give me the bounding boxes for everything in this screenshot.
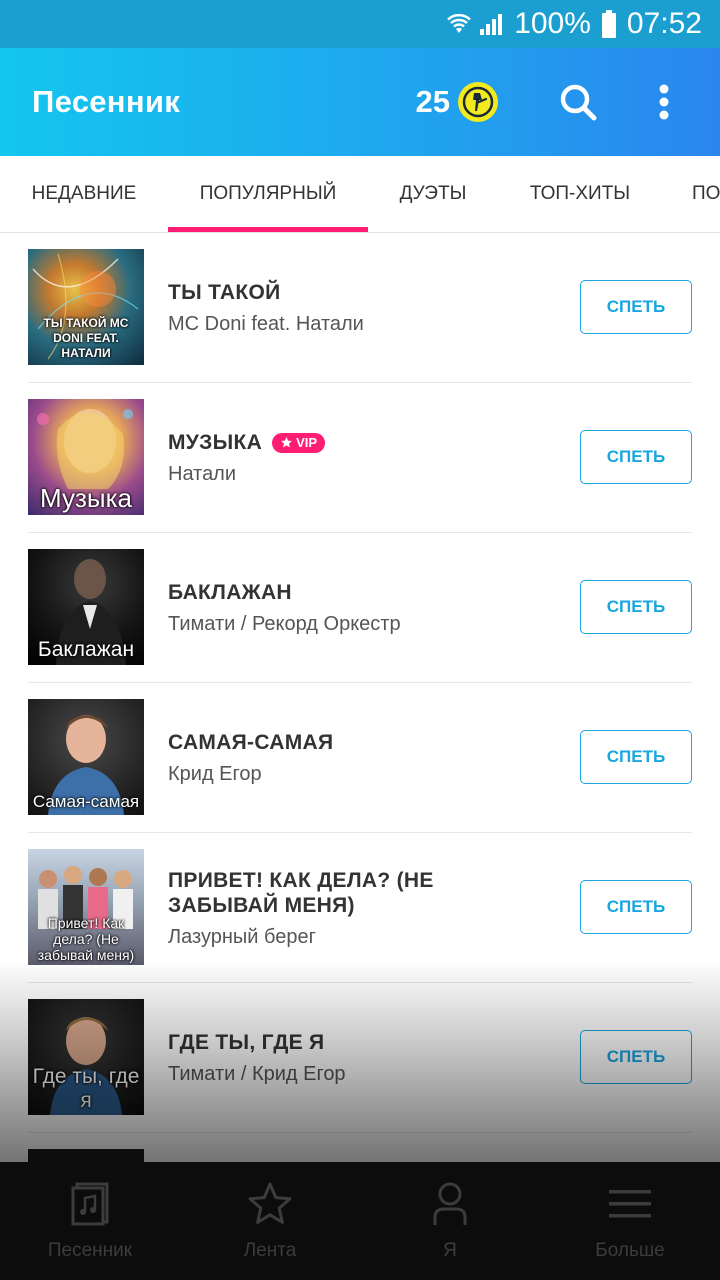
star-icon	[281, 437, 292, 448]
cover-caption: Привет! Как дела? (Не забывай меня)	[37, 915, 135, 963]
page-title: Песенник	[32, 84, 181, 119]
song-info: МУЗЫКА VIP Натали	[168, 383, 542, 533]
clock: 07:52	[626, 7, 702, 40]
song-title: БАКЛАЖАН	[168, 581, 292, 604]
song-info: САМАЯ-САМАЯ Крид Егор	[168, 683, 542, 833]
cover-image: Музыка	[28, 399, 144, 515]
songbook-icon	[71, 1182, 109, 1226]
song-title: ГДЕ ТЫ, ГДЕ Я	[168, 1031, 325, 1054]
song-artist: Натали	[168, 463, 237, 485]
tab-more-categories[interactable]: ПО	[692, 156, 720, 232]
cover-image: Баклажан	[28, 549, 144, 665]
song-artist: Тимати / Крид Егор	[168, 1063, 346, 1085]
bottom-navigation: Песенник Лента Я Больше	[0, 1162, 720, 1280]
status-icons	[446, 11, 504, 37]
nav-label: Лента	[243, 1240, 297, 1261]
song-title: МУЗЫКА	[168, 431, 263, 454]
cover-caption: ТЫ ТАКОЙ MC DONI FEAT. НАТАЛИ	[43, 316, 129, 360]
song-artist: MC Doni feat. Натали	[168, 313, 364, 335]
song-info: ГДЕ ТЫ, ГДЕ Я Тимати / Крид Егор	[168, 983, 542, 1133]
tab-recent[interactable]: НЕДАВНИЕ	[28, 156, 140, 232]
song-info: ТЫ ТАКОЙ MC Doni feat. Натали	[168, 233, 542, 383]
star-icon	[248, 1182, 292, 1224]
list-item[interactable]: Баклажан БАКЛАЖАН Тимати / Рекорд Оркест…	[28, 533, 692, 683]
wifi-icon	[447, 13, 472, 33]
song-title: ПРИВЕТ! КАК ДЕЛА? (НЕ ЗАБЫВАЙ МЕНЯ)	[168, 868, 434, 917]
song-title: САМАЯ-САМАЯ	[168, 731, 334, 754]
sing-button[interactable]: СПЕТЬ	[580, 1030, 692, 1084]
coin-count: 25	[415, 84, 450, 119]
song-title: ТЫ ТАКОЙ	[168, 281, 281, 304]
song-artist: Тимати / Рекорд Оркестр	[168, 613, 401, 635]
search-button[interactable]	[554, 78, 602, 126]
list-item[interactable]: Где ты, где я ГДЕ ТЫ, ГДЕ Я Тимати / Кри…	[28, 983, 692, 1133]
app-header: Песенник 25	[0, 48, 720, 156]
overflow-menu-button[interactable]	[640, 78, 688, 126]
list-item[interactable]: Привет! Как дела? (Не забывай меня) ПРИВ…	[28, 833, 692, 983]
nav-label: Я	[443, 1240, 457, 1261]
song-artist: Лазурный берег	[168, 925, 316, 948]
sing-button[interactable]: СПЕТЬ	[580, 430, 692, 484]
list-item[interactable]: Музыка МУЗЫКА VIP Натали СПЕТЬ	[28, 383, 692, 533]
cover-image: Привет! Как дела? (Не забывай меня)	[28, 849, 144, 965]
microphone-coin-icon	[458, 82, 498, 122]
song-artist: Крид Егор	[168, 763, 262, 785]
cover-caption: Баклажан	[37, 638, 135, 661]
status-bar: 100% 07:52	[0, 0, 720, 48]
coin-balance[interactable]: 25	[416, 82, 498, 122]
cover-image: Самая-самая	[28, 699, 144, 815]
search-icon	[560, 84, 597, 121]
nav-label: Больше	[595, 1240, 665, 1261]
sing-button[interactable]: СПЕТЬ	[580, 280, 692, 334]
cover-caption: Самая-самая	[32, 792, 140, 811]
menu-icon	[609, 1190, 651, 1218]
signal-icon	[480, 14, 503, 35]
cover-image: Где ты, где я	[28, 999, 144, 1115]
cover-caption: Где ты, где я	[32, 1065, 140, 1112]
list-item[interactable]: Самая-самая САМАЯ-САМАЯ Крид Егор СПЕТЬ	[28, 683, 692, 833]
nav-feed[interactable]: Лента	[180, 1162, 360, 1280]
song-info: БАКЛАЖАН Тимати / Рекорд Оркестр	[168, 533, 542, 683]
nav-songbook[interactable]: Песенник	[0, 1162, 180, 1280]
vip-badge: VIP	[272, 432, 326, 453]
sing-button[interactable]: СПЕТЬ	[580, 880, 692, 934]
tab-popular[interactable]: ПОПУЛЯРНЫЙ	[168, 156, 368, 232]
cover-image: ТЫ ТАКОЙ MC DONI FEAT. НАТАЛИ	[28, 249, 144, 365]
battery-icon	[601, 10, 616, 38]
sing-button[interactable]: СПЕТЬ	[580, 580, 692, 634]
more-vertical-icon	[659, 84, 669, 120]
profile-icon	[433, 1182, 467, 1225]
list-item[interactable]: ТЫ ТАКОЙ MC DONI FEAT. НАТАЛИ ТЫ ТАКОЙ M…	[28, 233, 692, 383]
sing-button[interactable]: СПЕТЬ	[580, 730, 692, 784]
battery-percent: 100%	[514, 7, 591, 40]
nav-profile[interactable]: Я	[360, 1162, 540, 1280]
cover-caption: Музыка	[40, 483, 132, 513]
nav-more[interactable]: Больше	[540, 1162, 720, 1280]
nav-label: Песенник	[47, 1240, 133, 1261]
song-info: ПРИВЕТ! КАК ДЕЛА? (НЕ ЗАБЫВАЙ МЕНЯ) Лазу…	[168, 833, 542, 983]
tab-duets[interactable]: ДУЭТЫ	[392, 156, 474, 232]
song-list: ТЫ ТАКОЙ MC DONI FEAT. НАТАЛИ ТЫ ТАКОЙ M…	[0, 233, 720, 1280]
tab-top-hits[interactable]: ТОП-ХИТЫ	[522, 156, 638, 232]
category-tabs: НЕДАВНИЕ ПОПУЛЯРНЫЙ ДУЭТЫ ТОП-ХИТЫ ПО	[0, 156, 720, 233]
